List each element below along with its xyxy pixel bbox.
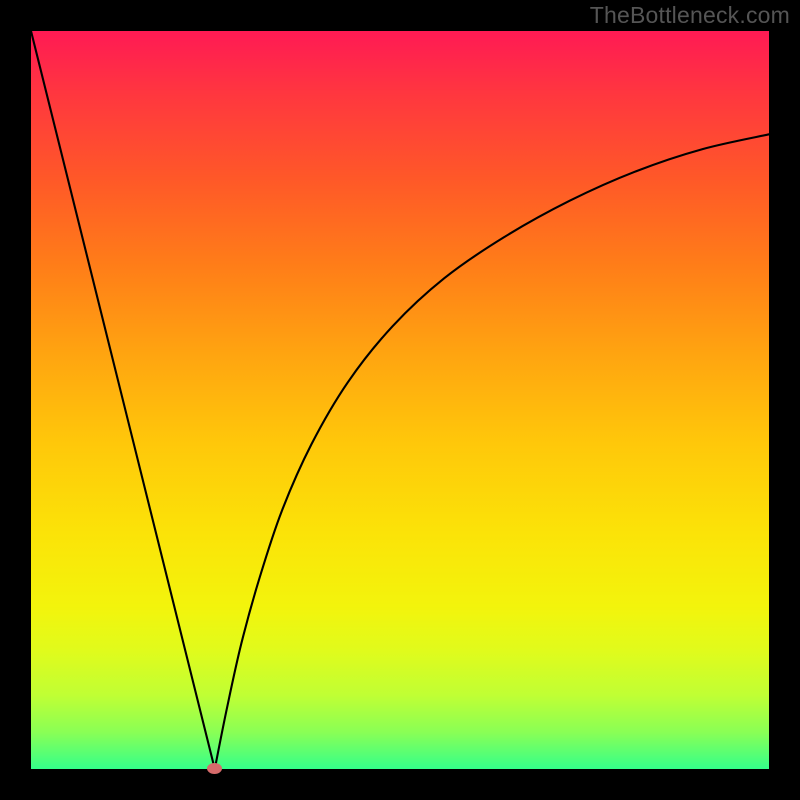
plot-area: [31, 31, 769, 769]
curve-path: [31, 31, 769, 769]
watermark-text: TheBottleneck.com: [590, 2, 790, 29]
chart-container: TheBottleneck.com: [0, 0, 800, 800]
min-marker: [207, 763, 222, 774]
curve-svg: [31, 31, 769, 769]
